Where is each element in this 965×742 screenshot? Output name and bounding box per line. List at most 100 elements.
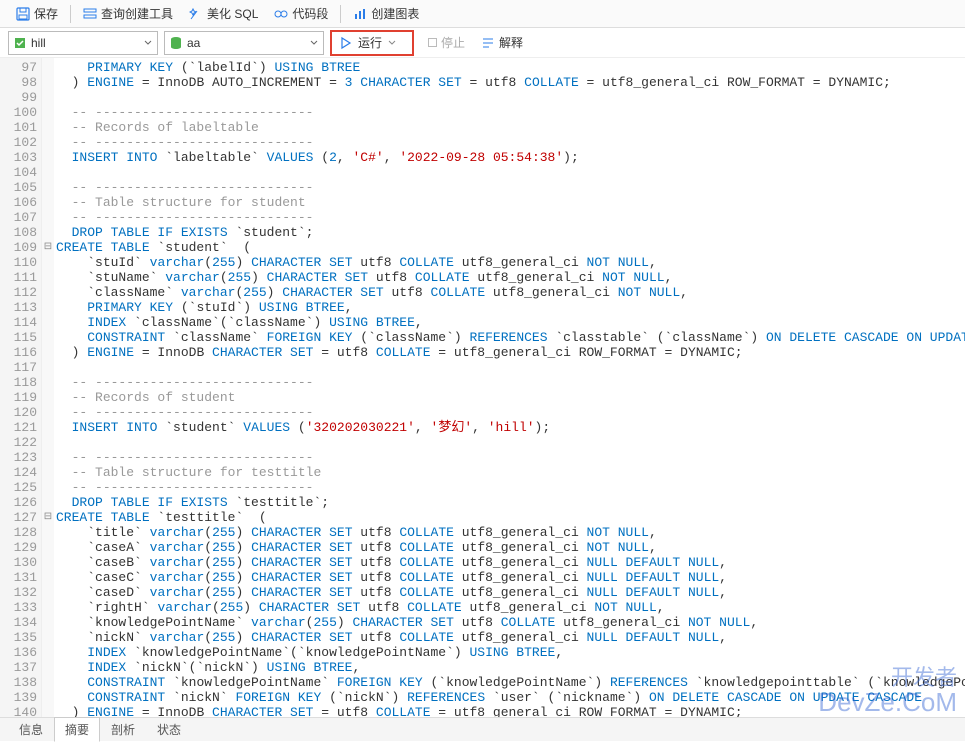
code-line[interactable]: [56, 360, 965, 375]
fold-marker[interactable]: [42, 270, 54, 285]
fold-marker[interactable]: [42, 360, 54, 375]
code-line[interactable]: `caseD` varchar(255) CHARACTER SET utf8 …: [56, 585, 965, 600]
save-button[interactable]: 保存: [8, 0, 66, 27]
fold-marker[interactable]: [42, 165, 54, 180]
fold-marker[interactable]: [42, 105, 54, 120]
fold-marker[interactable]: [42, 630, 54, 645]
result-tab-3[interactable]: 状态: [146, 717, 192, 742]
database-select[interactable]: aa: [164, 31, 324, 55]
code-line[interactable]: `nickN` varchar(255) CHARACTER SET utf8 …: [56, 630, 965, 645]
fold-marker[interactable]: [42, 435, 54, 450]
code-line[interactable]: `caseC` varchar(255) CHARACTER SET utf8 …: [56, 570, 965, 585]
fold-marker[interactable]: [42, 255, 54, 270]
fold-marker[interactable]: [42, 660, 54, 675]
fold-marker[interactable]: [42, 60, 54, 75]
code-line[interactable]: `rightH` varchar(255) CHARACTER SET utf8…: [56, 600, 965, 615]
code-line[interactable]: -- ----------------------------: [56, 405, 965, 420]
fold-marker[interactable]: [42, 495, 54, 510]
fold-marker[interactable]: [42, 645, 54, 660]
code-line[interactable]: -- Table structure for student: [56, 195, 965, 210]
code-line[interactable]: CONSTRAINT `knowledgePointName` FOREIGN …: [56, 675, 965, 690]
fold-marker[interactable]: [42, 375, 54, 390]
connection-select[interactable]: hill: [8, 31, 158, 55]
fold-marker[interactable]: [42, 615, 54, 630]
fold-marker[interactable]: [42, 420, 54, 435]
code-line[interactable]: `knowledgePointName` varchar(255) CHARAC…: [56, 615, 965, 630]
code-line[interactable]: -- ----------------------------: [56, 135, 965, 150]
code-line[interactable]: `caseB` varchar(255) CHARACTER SET utf8 …: [56, 555, 965, 570]
code-line[interactable]: `className` varchar(255) CHARACTER SET u…: [56, 285, 965, 300]
fold-marker[interactable]: [42, 450, 54, 465]
code-line[interactable]: CREATE TABLE `student` (: [56, 240, 965, 255]
code-line[interactable]: -- ----------------------------: [56, 180, 965, 195]
code-line[interactable]: -- Records of labeltable: [56, 120, 965, 135]
query-builder-button[interactable]: 查询创建工具: [75, 0, 181, 27]
run-button[interactable]: 运行: [330, 30, 414, 56]
code-line[interactable]: [56, 165, 965, 180]
code-line[interactable]: INDEX `className`(`className`) USING BTR…: [56, 315, 965, 330]
explain-button[interactable]: 解释: [477, 34, 527, 51]
fold-marker[interactable]: [42, 75, 54, 90]
fold-marker[interactable]: [42, 225, 54, 240]
code-line[interactable]: CONSTRAINT `nickN` FOREIGN KEY (`nickN`)…: [56, 690, 965, 705]
code-line[interactable]: CONSTRAINT `className` FOREIGN KEY (`cla…: [56, 330, 965, 345]
fold-marker[interactable]: [42, 525, 54, 540]
fold-marker[interactable]: [42, 120, 54, 135]
fold-marker[interactable]: [42, 210, 54, 225]
fold-marker[interactable]: [42, 570, 54, 585]
code-line[interactable]: DROP TABLE IF EXISTS `student`;: [56, 225, 965, 240]
code-line[interactable]: `stuName` varchar(255) CHARACTER SET utf…: [56, 270, 965, 285]
snippet-button[interactable]: 代码段: [266, 0, 336, 27]
code-area[interactable]: PRIMARY KEY (`labelId`) USING BTREE ) EN…: [54, 58, 965, 738]
fold-marker[interactable]: [42, 150, 54, 165]
code-line[interactable]: -- ----------------------------: [56, 210, 965, 225]
fold-marker[interactable]: [42, 585, 54, 600]
fold-marker[interactable]: [42, 195, 54, 210]
fold-marker[interactable]: [42, 690, 54, 705]
fold-marker[interactable]: ⊟: [42, 240, 54, 255]
fold-marker[interactable]: [42, 180, 54, 195]
result-tab-0[interactable]: 信息: [8, 717, 54, 742]
code-line[interactable]: PRIMARY KEY (`labelId`) USING BTREE: [56, 60, 965, 75]
beautify-button[interactable]: 美化 SQL: [181, 0, 266, 27]
fold-marker[interactable]: [42, 90, 54, 105]
fold-marker[interactable]: [42, 540, 54, 555]
code-line[interactable]: -- Table structure for testtitle: [56, 465, 965, 480]
fold-marker[interactable]: [42, 390, 54, 405]
code-line[interactable]: [56, 90, 965, 105]
code-line[interactable]: INSERT INTO `student` VALUES ('320202030…: [56, 420, 965, 435]
code-line[interactable]: CREATE TABLE `testtitle` (: [56, 510, 965, 525]
code-line[interactable]: -- ----------------------------: [56, 480, 965, 495]
fold-marker[interactable]: [42, 300, 54, 315]
code-line[interactable]: [56, 435, 965, 450]
code-line[interactable]: -- Records of student: [56, 390, 965, 405]
fold-marker[interactable]: [42, 285, 54, 300]
fold-marker[interactable]: [42, 555, 54, 570]
code-line[interactable]: -- ----------------------------: [56, 105, 965, 120]
code-line[interactable]: INDEX `knowledgePointName`(`knowledgePoi…: [56, 645, 965, 660]
code-line[interactable]: PRIMARY KEY (`stuId`) USING BTREE,: [56, 300, 965, 315]
fold-marker[interactable]: [42, 480, 54, 495]
fold-marker[interactable]: [42, 345, 54, 360]
fold-marker[interactable]: [42, 135, 54, 150]
code-line[interactable]: `caseA` varchar(255) CHARACTER SET utf8 …: [56, 540, 965, 555]
fold-marker[interactable]: [42, 330, 54, 345]
sql-editor[interactable]: 9798991001011021031041051061071081091101…: [0, 58, 965, 738]
fold-gutter[interactable]: ⊟ ⊟: [42, 58, 54, 738]
result-tab-1[interactable]: 摘要: [54, 717, 100, 742]
fold-marker[interactable]: [42, 675, 54, 690]
code-line[interactable]: INSERT INTO `labeltable` VALUES (2, 'C#'…: [56, 150, 965, 165]
fold-marker[interactable]: [42, 600, 54, 615]
fold-marker[interactable]: [42, 405, 54, 420]
code-line[interactable]: -- ----------------------------: [56, 375, 965, 390]
code-line[interactable]: ) ENGINE = InnoDB AUTO_INCREMENT = 3 CHA…: [56, 75, 965, 90]
fold-marker[interactable]: ⊟: [42, 510, 54, 525]
fold-marker[interactable]: [42, 465, 54, 480]
chart-button[interactable]: 创建图表: [345, 0, 427, 27]
code-line[interactable]: DROP TABLE IF EXISTS `testtitle`;: [56, 495, 965, 510]
result-tab-2[interactable]: 剖析: [100, 717, 146, 742]
code-line[interactable]: -- ----------------------------: [56, 450, 965, 465]
code-line[interactable]: `title` varchar(255) CHARACTER SET utf8 …: [56, 525, 965, 540]
fold-marker[interactable]: [42, 315, 54, 330]
code-line[interactable]: ) ENGINE = InnoDB CHARACTER SET = utf8 C…: [56, 345, 965, 360]
